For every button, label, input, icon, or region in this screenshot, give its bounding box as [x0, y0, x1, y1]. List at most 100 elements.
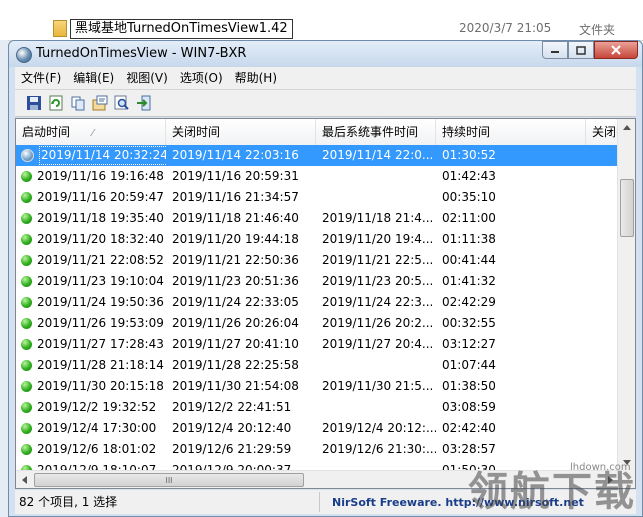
- cell-shutdown: [586, 250, 619, 271]
- cell-end-time: 2019/11/18 21:46:40: [172, 211, 299, 225]
- table-row[interactable]: 2019/11/20 18:32:40 2019/11/20 19:44:18 20…: [16, 229, 619, 250]
- cell-last-event-time: 2019/12/4 20:12:...: [322, 421, 436, 435]
- background-file-row[interactable]: 黑域基地TurnedOnTimesView1.42 2020/3/7 21:05…: [0, 18, 643, 40]
- scroll-left-button[interactable]: [16, 471, 33, 488]
- cell-start-time: 2019/11/24 19:50:36: [16, 292, 166, 313]
- cell-duration: 01:38:50: [442, 379, 496, 393]
- refresh-button[interactable]: [45, 93, 67, 113]
- menu-options[interactable]: 选项(O): [174, 68, 229, 88]
- table-row[interactable]: 2019/11/18 19:35:40 2019/11/18 21:46:40 20…: [16, 208, 619, 229]
- cell-start-time: 2019/11/23 19:10:04: [16, 271, 166, 292]
- status-dot-icon: [21, 444, 32, 455]
- cell-start-time: 2019/11/18 19:35:40: [16, 208, 166, 229]
- table-row[interactable]: 2019/11/23 19:10:04 2019/11/23 20:51:36 20…: [16, 271, 619, 292]
- properties-button[interactable]: [89, 93, 111, 113]
- cell-end-time: 2019/12/2 22:41:51: [172, 400, 292, 414]
- menu-file[interactable]: 文件(F): [15, 68, 67, 88]
- table-row[interactable]: 2019/11/24 19:50:36 2019/11/24 22:33:05 20…: [16, 292, 619, 313]
- table-row[interactable]: 2019/11/28 21:18:14 2019/11/28 22:25:58 01…: [16, 355, 619, 376]
- copy-button[interactable]: [67, 93, 89, 113]
- cell-start-time: 2019/11/14 20:32:24: [16, 145, 166, 166]
- vertical-scrollbar[interactable]: [617, 119, 635, 471]
- menu-help[interactable]: 帮助(H): [229, 68, 283, 88]
- vertical-scroll-thumb[interactable]: [620, 179, 634, 237]
- column-header-end-time[interactable]: 关闭时间: [166, 119, 316, 145]
- cell-last-event-time: 2019/11/18 21:4...: [322, 211, 434, 225]
- table-row[interactable]: 2019/11/16 20:59:47 2019/11/16 21:34:57 00…: [16, 187, 619, 208]
- cell-shutdown: [586, 439, 619, 460]
- column-header-shutdown[interactable]: 关闭时: [586, 119, 619, 145]
- menu-edit[interactable]: 编辑(E): [67, 68, 120, 88]
- table-row[interactable]: 2019/11/26 19:53:09 2019/11/26 20:26:04 20…: [16, 313, 619, 334]
- cell-last-event-time: 2019/11/21 22:5...: [322, 253, 434, 267]
- scroll-up-button[interactable]: [618, 119, 635, 136]
- minimize-button[interactable]: [542, 41, 568, 59]
- start-time-text: 2019/12/6 18:01:02: [37, 442, 157, 456]
- properties-icon: [92, 95, 108, 111]
- horizontal-scroll-thumb[interactable]: III: [34, 473, 304, 487]
- menu-view[interactable]: 视图(V): [120, 68, 174, 88]
- cell-end-time: 2019/11/21 22:50:36: [172, 253, 299, 267]
- table-row[interactable]: 2019/12/6 18:01:02 2019/12/6 21:29:59 2019…: [16, 439, 619, 460]
- cell-shutdown: [586, 229, 619, 250]
- save-button[interactable]: [23, 93, 45, 113]
- cell-last-event-time: 2019/11/23 20:5...: [322, 274, 434, 288]
- status-dot-icon: [21, 318, 32, 329]
- table-row[interactable]: 2019/12/2 19:32:52 2019/12/2 22:41:51 03:0…: [16, 397, 619, 418]
- cell-end-time: 2019/11/14 22:03:16: [172, 148, 299, 162]
- table-row[interactable]: 2019/12/4 17:30:00 2019/12/4 20:12:40 2019…: [16, 418, 619, 439]
- cell-duration: 03:12:27: [442, 337, 496, 351]
- cell-end-time: 2019/11/20 19:44:18: [172, 232, 299, 246]
- start-time-text: 2019/11/21 22:08:52: [37, 253, 164, 267]
- sort-indicator-icon: ⁄: [92, 128, 94, 139]
- status-dot-icon: [21, 423, 32, 434]
- copy-icon: [71, 96, 85, 111]
- column-header-last-event-time[interactable]: 最后系统事件时间: [316, 119, 436, 145]
- cell-start-time: 2019/11/28 21:18:14: [16, 355, 166, 376]
- background-filename[interactable]: 黑域基地TurnedOnTimesView1.42: [70, 19, 293, 39]
- cell-last-event-time: 2019/11/20 19:4...: [322, 232, 434, 246]
- start-time-text: 2019/11/16 20:59:47: [37, 190, 164, 204]
- start-time-text: 2019/11/14 20:32:24: [39, 146, 166, 165]
- cell-shutdown: [586, 292, 619, 313]
- cell-duration: 00:32:55: [442, 316, 496, 330]
- cell-start-time: 2019/11/16 19:16:48: [16, 166, 166, 187]
- start-time-text: 2019/11/27 17:28:43: [37, 337, 164, 351]
- cell-duration: 03:08:59: [442, 400, 496, 414]
- column-header-duration[interactable]: 持续时间: [436, 119, 586, 145]
- status-dot-icon: [21, 213, 32, 224]
- exit-button[interactable]: [133, 93, 155, 113]
- cell-start-time: 2019/12/6 18:01:02: [16, 439, 166, 460]
- results-list[interactable]: 启动时间 ⁄ 关闭时间 最后系统事件时间 持续时间 关闭时 2019/11/14 …: [15, 118, 636, 489]
- cell-last-event-time: 2019/11/24 22:3...: [322, 295, 434, 309]
- cell-shutdown: [586, 334, 619, 355]
- start-time-text: 2019/11/30 20:15:18: [37, 379, 164, 393]
- cell-shutdown: [586, 208, 619, 229]
- cell-last-event-time: 2019/12/6 21:30:...: [322, 442, 436, 456]
- table-row[interactable]: 2019/11/14 20:32:24 2019/11/14 22:03:16 20…: [16, 145, 619, 166]
- cell-start-time: 2019/12/2 19:32:52: [16, 397, 166, 418]
- table-row[interactable]: 2019/11/27 17:28:43 2019/11/27 20:41:10 20…: [16, 334, 619, 355]
- maximize-icon: [576, 45, 586, 55]
- column-header-label: 关闭时: [592, 125, 619, 139]
- table-row[interactable]: 2019/11/30 20:15:18 2019/11/30 21:54:08 20…: [16, 376, 619, 397]
- status-dot-icon: [21, 402, 32, 413]
- cell-duration: 02:11:00: [442, 211, 496, 225]
- cell-shutdown: [586, 166, 619, 187]
- app-window: TurnedOnTimesView - WIN7-BXR 文件(F) 编辑(E)…: [8, 40, 643, 517]
- cell-end-time: 2019/11/28 22:25:58: [172, 358, 299, 372]
- table-row[interactable]: 2019/11/21 22:08:52 2019/11/21 22:50:36 20…: [16, 250, 619, 271]
- title-bar[interactable]: TurnedOnTimesView - WIN7-BXR: [9, 41, 642, 67]
- close-button[interactable]: [594, 41, 638, 59]
- start-time-text: 2019/11/26 19:53:09: [37, 316, 164, 330]
- cell-end-time: 2019/11/24 22:33:05: [172, 295, 299, 309]
- cell-last-event-time: [316, 166, 436, 187]
- column-header-start-time[interactable]: 启动时间 ⁄: [16, 119, 166, 145]
- maximize-button[interactable]: [568, 41, 594, 59]
- exit-icon: [137, 95, 151, 111]
- column-header-label: 最后系统事件时间: [322, 125, 419, 139]
- find-icon: [114, 95, 129, 110]
- cell-duration: 02:42:40: [442, 421, 496, 435]
- find-button[interactable]: [111, 93, 133, 113]
- table-row[interactable]: 2019/11/16 19:16:48 2019/11/16 20:59:31 01…: [16, 166, 619, 187]
